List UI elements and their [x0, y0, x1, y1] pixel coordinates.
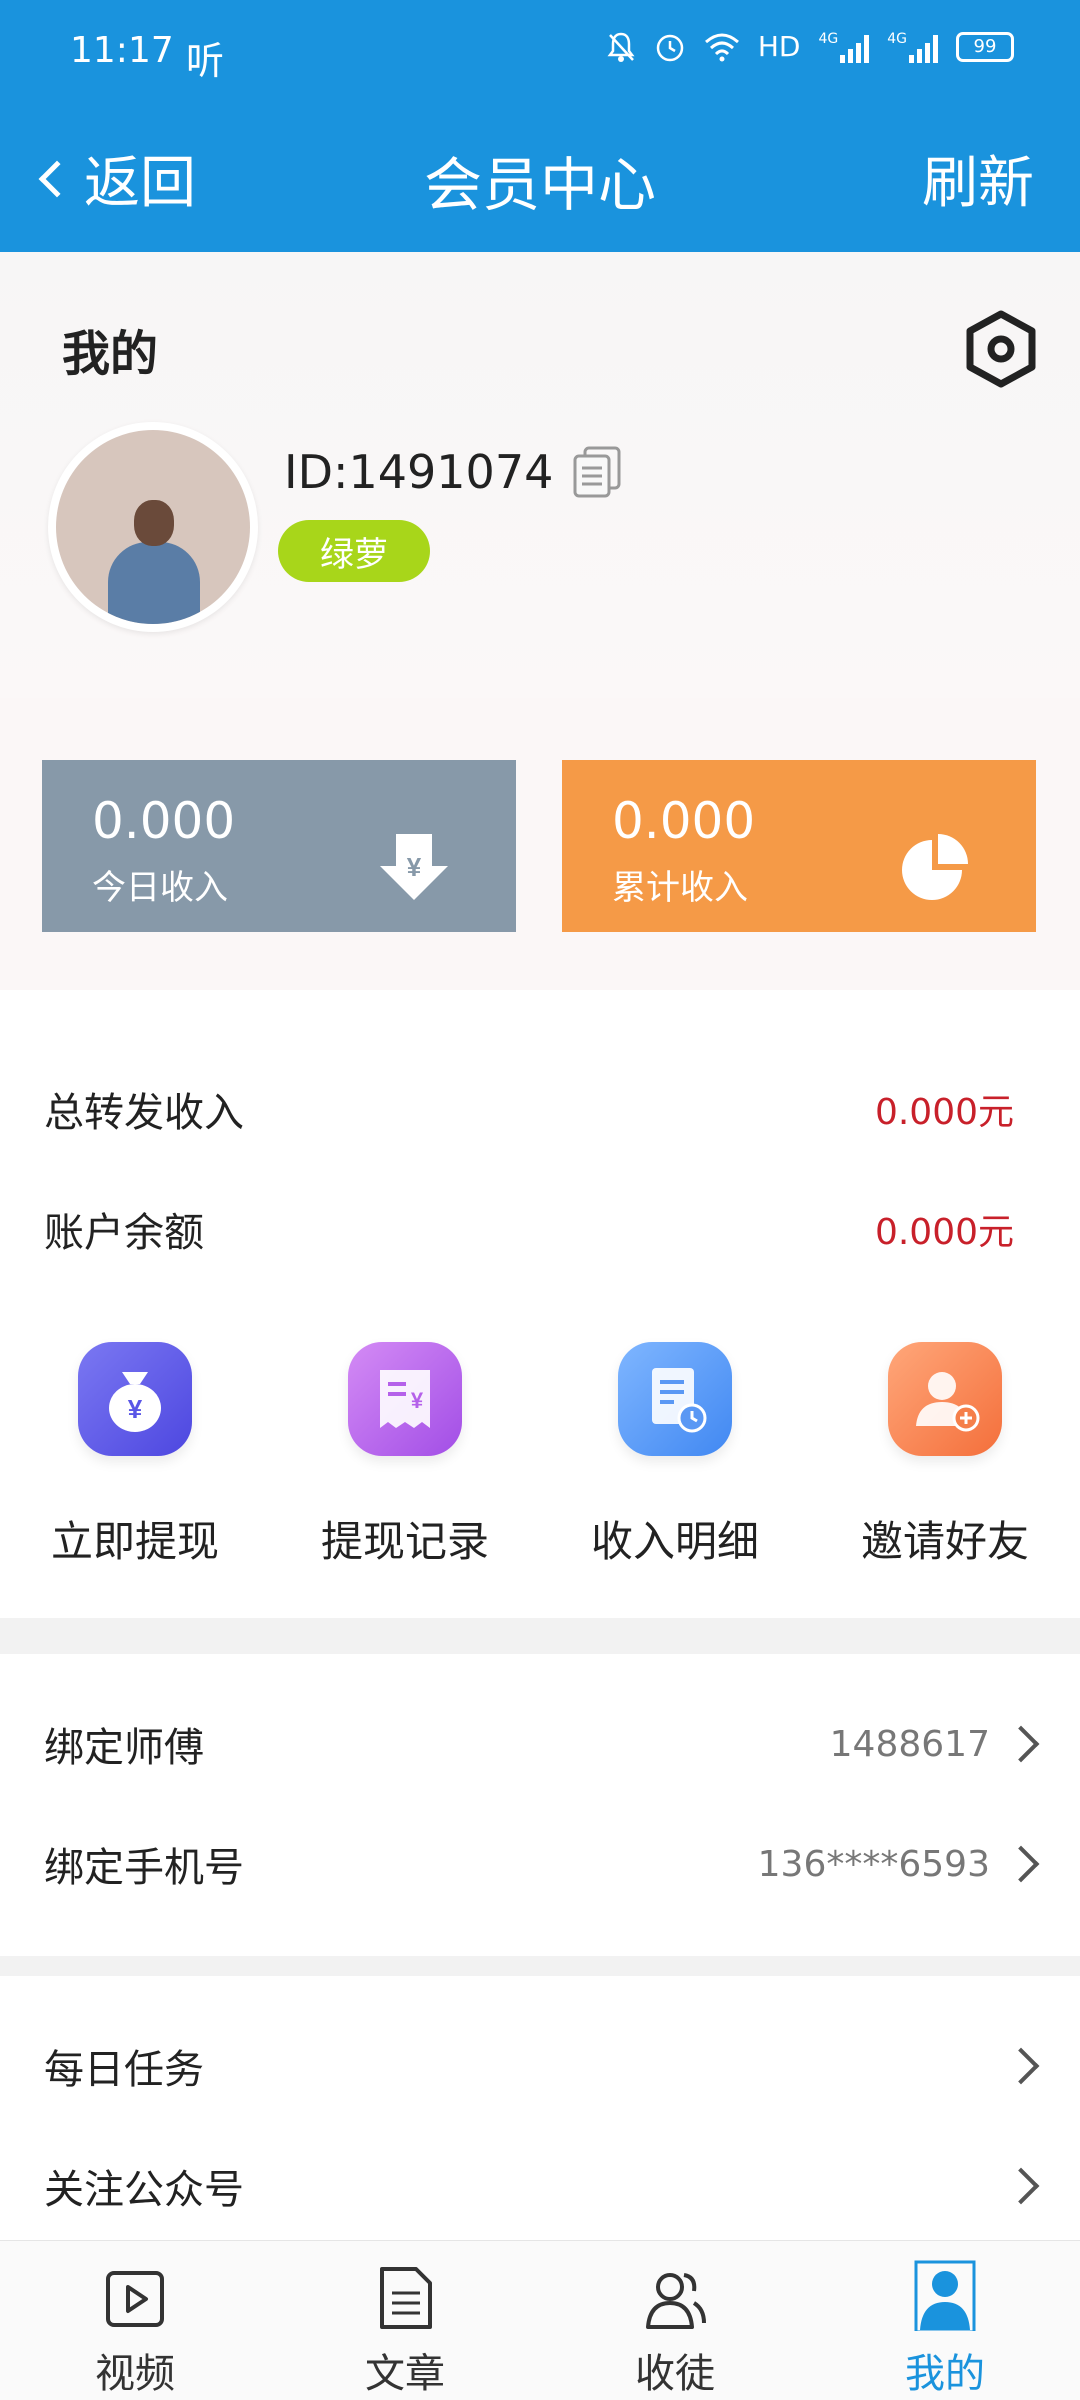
follow-account-label: 关注公众号: [44, 2167, 244, 2213]
tab-label: 收徒: [635, 2351, 715, 2397]
chevron-right-icon: [1002, 2167, 1040, 2205]
today-income-value: 0.000: [92, 792, 236, 850]
avatar[interactable]: [48, 422, 258, 632]
network-type: HD: [757, 30, 801, 63]
audio-mode-icon: 听: [186, 39, 225, 83]
account-section: 总转发收入 0.000元 账户余额 0.000元 ¥ 立即提现 ¥ 提现记录 收…: [0, 990, 1080, 1618]
total-income-label: 累计收入: [612, 868, 748, 908]
bind-phone-row[interactable]: 绑定手机号 136****6593: [44, 1824, 1040, 1904]
me-icon: [914, 2260, 976, 2331]
invite-friends-button[interactable]: 邀请好友: [810, 1342, 1080, 1569]
money-bag-icon: ¥: [78, 1342, 192, 1456]
battery-icon: 99: [956, 31, 1014, 62]
forward-income-label: 总转发收入: [44, 1090, 244, 1136]
bottom-tab-bar: 视频 文章 收徒 我的: [0, 2240, 1080, 2400]
users-icon: [646, 2273, 706, 2329]
total-income-card[interactable]: 0.000 累计收入: [562, 760, 1036, 932]
copy-icon[interactable]: [571, 444, 625, 500]
tab-article[interactable]: 文章: [270, 2241, 540, 2400]
tab-label: 文章: [365, 2351, 445, 2397]
chevron-right-icon: [1002, 2047, 1040, 2085]
svg-text:¥: ¥: [411, 1388, 424, 1413]
tab-video[interactable]: 视频: [0, 2241, 270, 2400]
page-title: 会员中心: [423, 151, 656, 219]
profile-card: 我的 ID:1491074 绿萝: [0, 252, 1080, 698]
tasks-section: 每日任务 关注公众号: [0, 1976, 1080, 2240]
video-icon: [106, 2271, 164, 2327]
add-user-icon: [888, 1342, 1002, 1456]
signal-1-label: 4G: [818, 30, 839, 47]
bind-phone-value: 136****6593: [757, 1843, 990, 1885]
withdraw-button[interactable]: ¥ 立即提现: [0, 1342, 270, 1569]
settings-icon[interactable]: [962, 310, 1040, 388]
pie-chart-icon: [902, 834, 968, 900]
follow-account-row[interactable]: 关注公众号: [44, 2146, 1040, 2226]
receipt-icon: ¥: [348, 1342, 462, 1456]
level-badge: 绿萝: [278, 520, 430, 582]
chevron-right-icon: [1002, 1725, 1040, 1763]
tab-apprentice[interactable]: 收徒: [540, 2241, 810, 2400]
income-detail-button[interactable]: 收入明细: [540, 1342, 810, 1569]
shortcut-label: 邀请好友: [860, 1517, 1029, 1566]
income-section: 0.000 今日收入 ¥ 0.000 累计收入: [0, 698, 1080, 990]
status-time: 11:17: [70, 30, 174, 71]
avatar-image: [56, 430, 250, 624]
document-clock-icon: [618, 1342, 732, 1456]
withdraw-record-button[interactable]: ¥ 提现记录: [270, 1342, 540, 1569]
today-income-card[interactable]: 0.000 今日收入 ¥: [42, 760, 516, 932]
section-title: 我的: [62, 326, 159, 382]
status-bar: 11:17 听 HD 4G 4G 99: [0, 0, 1080, 108]
bind-master-value: 1488617: [829, 1723, 990, 1765]
balance-row: 账户余额 0.000元: [44, 1194, 1014, 1264]
daily-task-row[interactable]: 每日任务: [44, 2026, 1040, 2106]
shortcut-label: 收入明细: [590, 1517, 759, 1566]
yen-download-icon: ¥: [380, 834, 448, 900]
chevron-right-icon: [1002, 1845, 1040, 1883]
alarm-icon: [656, 34, 684, 61]
shortcut-label: 提现记录: [320, 1517, 489, 1566]
user-id: ID:1491074: [284, 445, 554, 499]
bell-off-icon: [607, 32, 635, 62]
total-income-value: 0.000: [612, 792, 756, 850]
tab-label: 我的: [905, 2351, 985, 2397]
shortcut-grid: ¥ 立即提现 ¥ 提现记录 收入明细 邀请好友: [0, 1342, 1080, 1569]
user-id-row: ID:1491074: [284, 444, 625, 500]
top-bar: 11:17 听 HD 4G 4G 99 返回 会员中心 刷新: [0, 0, 1080, 252]
status-icons: HD 4G 4G 99: [606, 30, 1014, 63]
wifi-icon: [704, 33, 739, 61]
article-icon: [380, 2267, 432, 2329]
binding-section: 绑定师傅 1488617 绑定手机号 136****6593: [0, 1654, 1080, 1956]
signal-1-icon: 4G: [818, 30, 870, 63]
tab-label: 视频: [95, 2351, 175, 2397]
refresh-button[interactable]: 刷新: [922, 138, 1034, 219]
bind-phone-label: 绑定手机号: [44, 1845, 244, 1891]
today-income-label: 今日收入: [92, 868, 228, 908]
bind-master-label: 绑定师傅: [44, 1725, 204, 1771]
signal-2-icon: 4G: [887, 31, 938, 63]
bind-master-row[interactable]: 绑定师傅 1488617: [44, 1704, 1040, 1784]
svg-text:¥: ¥: [407, 852, 422, 882]
daily-task-label: 每日任务: [44, 2047, 204, 2093]
forward-income-row: 总转发收入 0.000元: [44, 1074, 1014, 1144]
forward-income-amount: 0.000元: [874, 1092, 1014, 1133]
nav-header: 返回 会员中心 刷新: [0, 108, 1080, 252]
svg-text:¥: ¥: [128, 1394, 143, 1424]
shortcut-label: 立即提现: [50, 1517, 219, 1566]
balance-label: 账户余额: [44, 1210, 204, 1256]
signal-2-label: 4G: [887, 30, 907, 47]
tab-me[interactable]: 我的: [810, 2241, 1080, 2400]
balance-amount: 0.000元: [874, 1212, 1014, 1253]
